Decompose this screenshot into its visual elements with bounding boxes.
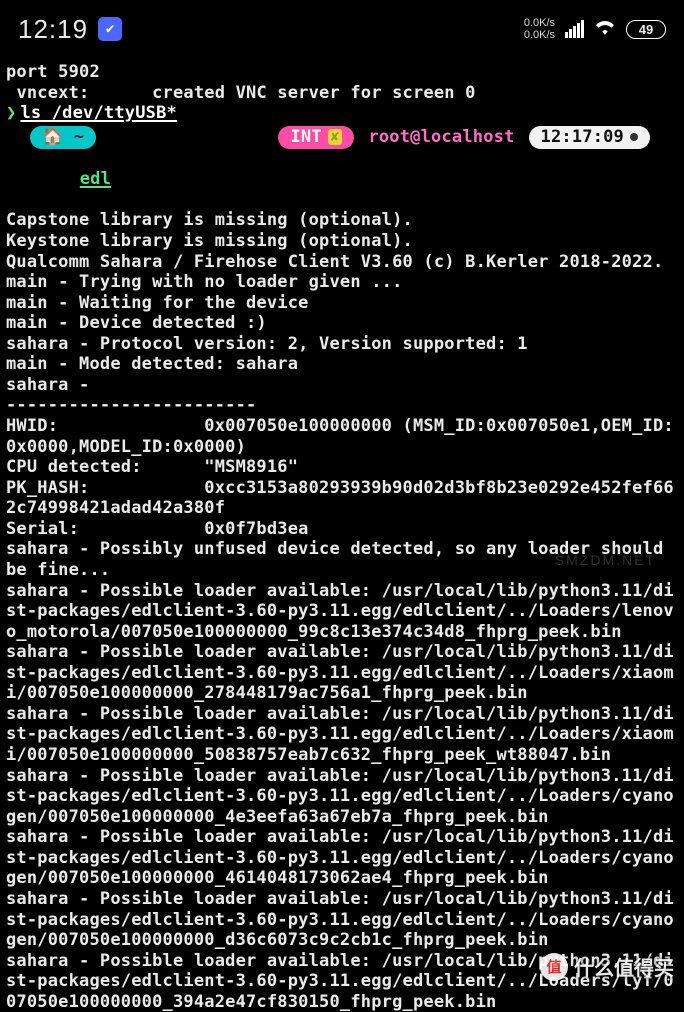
terminal-line: Serial: 0x0f7bd3ea xyxy=(6,519,678,540)
terminal[interactable]: port 5902 vncext: created VNC server for… xyxy=(0,54,684,1012)
signal-label: INT xyxy=(290,127,321,147)
terminal-line: sahara - Possible loader available: /usr… xyxy=(6,827,678,889)
terminal-line: Keystone library is missing (optional). xyxy=(6,231,678,252)
cwd-segment: 🏠 ~ xyxy=(30,126,96,149)
prompt-line[interactable]: ❯ ls /dev/ttyUSB* xyxy=(6,103,678,124)
edl-label: edl xyxy=(80,169,111,189)
signal-segment: INT ✘ xyxy=(278,126,354,149)
terminal-line: sahara - Possible loader available: /usr… xyxy=(6,766,678,828)
terminal-line: Capstone library is missing (optional). xyxy=(6,210,678,231)
terminal-line: vncext: created VNC server for screen 0 xyxy=(6,83,678,104)
status-bar-right: 0.0K/s 0.0K/s 49 xyxy=(524,17,666,41)
edl-line: edl xyxy=(6,149,678,211)
terminal-line: port 5902 xyxy=(6,62,678,83)
terminal-line: PK_HASH: 0xcc3153a80293939b90d02d3bf8b23… xyxy=(6,478,678,519)
terminal-output: Capstone library is missing (optional).K… xyxy=(6,210,678,1012)
terminal-line: sahara - xyxy=(6,375,678,396)
status-bar-left: 12:19 ✔ xyxy=(18,14,122,45)
app-notification-icon: ✔ xyxy=(98,17,122,41)
signal-x-icon: ✘ xyxy=(328,129,343,145)
terminal-line: HWID: 0x007050e100000000 (MSM_ID:0x00705… xyxy=(6,416,678,457)
terminal-line: sahara - Possible loader available: /usr… xyxy=(6,642,678,704)
terminal-line: sahara - Protocol version: 2, Version su… xyxy=(6,334,678,355)
clock: 12:19 xyxy=(18,14,88,45)
watermark-small: SMZDM.NET xyxy=(555,552,656,568)
status-bar: 12:19 ✔ 0.0K/s 0.0K/s 49 xyxy=(0,0,684,54)
user-host-segment: root@localhost xyxy=(368,127,514,147)
wifi-icon xyxy=(594,17,616,41)
terminal-line: sahara - Possible loader available: /usr… xyxy=(6,889,678,951)
time-value: 12:17:09 xyxy=(541,127,624,147)
network-speed: 0.0K/s 0.0K/s xyxy=(524,17,555,41)
terminal-line: CPU detected: "MSM8916" xyxy=(6,457,678,478)
terminal-line: ------------------------ xyxy=(6,395,678,416)
battery-indicator: 49 xyxy=(626,20,666,39)
net-up: 0.0K/s xyxy=(524,17,555,29)
net-down: 0.0K/s xyxy=(524,29,555,41)
powerline-status: 🏠 ~ INT ✘ root@localhost 12:17:09 xyxy=(6,126,678,149)
terminal-line: main - Trying with no loader given ... xyxy=(6,272,678,293)
watermark-badge-icon: 值 xyxy=(540,953,568,981)
terminal-output-pre: port 5902 vncext: created VNC server for… xyxy=(6,62,678,103)
terminal-line: main - Device detected :) xyxy=(6,313,678,334)
terminal-line: sahara - Possible loader available: /usr… xyxy=(6,581,678,643)
prompt-symbol: ❯ xyxy=(6,103,16,124)
watermark: 值 什么值得买 xyxy=(540,952,674,981)
terminal-line: Qualcomm Sahara / Firehose Client V3.60 … xyxy=(6,252,678,273)
terminal-line: main - Waiting for the device xyxy=(6,293,678,314)
command-input[interactable]: ls /dev/ttyUSB* xyxy=(20,103,177,124)
clock-dot-icon xyxy=(630,133,638,141)
time-segment: 12:17:09 xyxy=(529,126,650,149)
terminal-line: sahara - Possible loader available: /usr… xyxy=(6,704,678,766)
signal-icon xyxy=(565,20,584,38)
watermark-text: 什么值得买 xyxy=(574,952,674,981)
terminal-line: main - Mode detected: sahara xyxy=(6,354,678,375)
